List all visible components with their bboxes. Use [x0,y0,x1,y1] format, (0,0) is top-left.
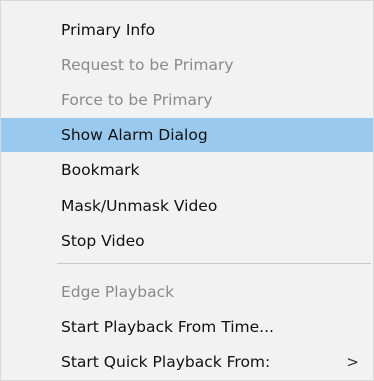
menu-item-start-playback-from-time[interactable]: Start Playback From Time... [1,310,373,344]
menu-item-edge-playback[interactable]: Edge Playback [1,275,373,309]
menu-item-label: Mask/Unmask Video [61,197,218,215]
menu-item-label: Edge Playback [61,283,175,301]
chevron-right-icon: > [346,353,359,371]
menu-item-label: Show Alarm Dialog [61,126,208,144]
menu-item-label: Start Playback From Time... [61,318,274,336]
menu-item-label: Stop Video [61,232,145,250]
menu-item-stop-video[interactable]: Stop Video [1,224,373,258]
menu-item-start-quick-playback-from[interactable]: Start Quick Playback From: > [1,345,373,379]
menu-item-label: Bookmark [61,161,140,179]
menu-item-bookmark[interactable]: Bookmark [1,153,373,187]
menu-separator [57,263,371,264]
menu-item-label: Start Quick Playback From: [61,353,271,371]
menu-item-force-to-be-primary[interactable]: Force to be Primary [1,83,373,117]
menu-item-show-alarm-dialog[interactable]: Show Alarm Dialog [1,118,373,152]
menu-item-primary-info[interactable]: Primary Info [1,13,373,47]
menu-item-label: Request to be Primary [61,56,234,74]
menu-item-mask-unmask-video[interactable]: Mask/Unmask Video [1,189,373,223]
menu-item-label: Force to be Primary [61,91,213,109]
context-menu: Primary Info Request to be Primary Force… [0,0,374,381]
menu-item-label: Primary Info [61,21,156,39]
menu-item-request-to-be-primary[interactable]: Request to be Primary [1,48,373,82]
